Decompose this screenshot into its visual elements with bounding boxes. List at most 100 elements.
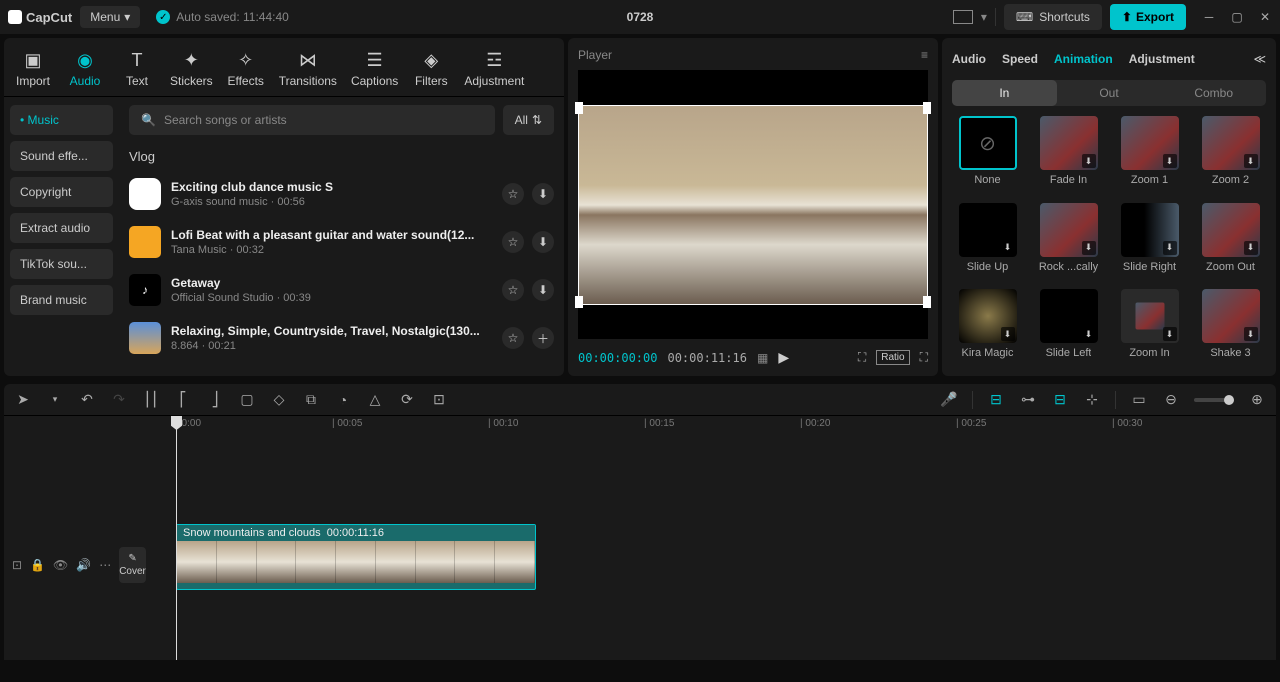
search-input[interactable]: 🔍 Search songs or artists bbox=[129, 105, 495, 135]
anim-zoomout[interactable]: ⬇Zoom Out bbox=[1195, 203, 1266, 280]
redo-button[interactable]: ↷ bbox=[110, 391, 128, 409]
tab-effects[interactable]: ✧Effects bbox=[221, 46, 271, 92]
resize-handle[interactable] bbox=[575, 296, 583, 308]
mirror-tool[interactable]: △ bbox=[366, 391, 384, 409]
tab-transitions[interactable]: ⋈Transitions bbox=[273, 46, 343, 92]
download-button[interactable]: ⬇ bbox=[532, 231, 554, 253]
anim-fadein[interactable]: ⬇Fade In bbox=[1033, 116, 1104, 193]
snap-track-toggle[interactable]: ⊟ bbox=[1051, 391, 1069, 409]
duplicate-tool[interactable]: ⧉ bbox=[302, 391, 320, 409]
timeline-ruler[interactable]: 00:00 | 00:05 | 00:10 | 00:15 | 00:20 | … bbox=[132, 416, 1276, 436]
anim-rock[interactable]: ⬇Rock ...cally bbox=[1033, 203, 1104, 280]
anim-zoomin[interactable]: ⬇Zoom In bbox=[1114, 289, 1185, 366]
timeline-tracks[interactable]: 00:00 | 00:05 | 00:10 | 00:15 | 00:20 | … bbox=[132, 416, 1276, 660]
favorite-button[interactable]: ☆ bbox=[502, 279, 524, 301]
sidebar-item-music[interactable]: • Music bbox=[10, 105, 113, 135]
trim-right-tool[interactable]: ⎦ bbox=[206, 391, 224, 409]
audio-item[interactable]: ♪ Getaway Official Sound Studio · 00:39 … bbox=[129, 270, 554, 310]
play-button[interactable]: ▶ bbox=[778, 349, 789, 366]
export-button[interactable]: ⬆ Export bbox=[1110, 4, 1186, 30]
align-toggle[interactable]: ⊹ bbox=[1083, 391, 1101, 409]
all-filter-button[interactable]: All ⇅ bbox=[503, 105, 554, 135]
ratio-button[interactable]: Ratio bbox=[876, 350, 909, 365]
resize-handle[interactable] bbox=[923, 296, 931, 308]
sidebar-item-brand[interactable]: Brand music bbox=[10, 285, 113, 315]
sidebar-item-tiktok[interactable]: TikTok sou... bbox=[10, 249, 113, 279]
player-canvas[interactable] bbox=[578, 70, 928, 339]
anim-slideright[interactable]: ⬇Slide Right bbox=[1114, 203, 1185, 280]
delete-tool[interactable]: ▢ bbox=[238, 391, 256, 409]
sidebar-item-copyright[interactable]: Copyright bbox=[10, 177, 113, 207]
sub-tab-combo[interactable]: Combo bbox=[1161, 80, 1266, 106]
player-menu-icon[interactable]: ≡ bbox=[921, 48, 928, 62]
shortcuts-button[interactable]: ⌨ Shortcuts bbox=[1004, 4, 1102, 30]
preview-toggle[interactable]: ▭ bbox=[1130, 391, 1148, 409]
crop-icon[interactable]: ⛶ bbox=[858, 350, 866, 365]
tab-import[interactable]: ▣Import bbox=[8, 46, 58, 92]
sidebar-item-extract[interactable]: Extract audio bbox=[10, 213, 113, 243]
close-button[interactable]: ✕ bbox=[1258, 10, 1272, 24]
video-clip[interactable]: Snow mountains and clouds 00:00:11:16 bbox=[176, 524, 536, 590]
mute-icon[interactable]: 🔊 bbox=[76, 558, 91, 572]
right-tab-adjustment[interactable]: Adjustment bbox=[1129, 48, 1195, 70]
zoom-in-button[interactable]: ⊕ bbox=[1248, 391, 1266, 409]
tab-captions[interactable]: ☰Captions bbox=[345, 46, 404, 92]
audio-item[interactable]: Lofi Beat with a pleasant guitar and wat… bbox=[129, 222, 554, 262]
anim-slideleft[interactable]: ⬇Slide Left bbox=[1033, 289, 1104, 366]
expand-icon[interactable]: ⊡ bbox=[12, 558, 22, 572]
anim-slideup[interactable]: ⬇Slide Up bbox=[952, 203, 1023, 280]
download-button[interactable]: ⬇ bbox=[532, 183, 554, 205]
right-tab-speed[interactable]: Speed bbox=[1002, 48, 1038, 70]
minimize-button[interactable]: ─ bbox=[1202, 10, 1216, 24]
resize-handle[interactable] bbox=[923, 102, 931, 114]
link-toggle[interactable]: ⊶ bbox=[1019, 391, 1037, 409]
visibility-icon[interactable]: 👁 bbox=[53, 558, 68, 572]
zoom-out-button[interactable]: ⊖ bbox=[1162, 391, 1180, 409]
sub-tab-out[interactable]: Out bbox=[1057, 80, 1162, 106]
sidebar-item-soundeffects[interactable]: Sound effe... bbox=[10, 141, 113, 171]
audio-item[interactable]: Relaxing, Simple, Countryside, Travel, N… bbox=[129, 318, 554, 358]
favorite-button[interactable]: ☆ bbox=[502, 183, 524, 205]
fullscreen-icon[interactable]: ⛶ bbox=[920, 350, 928, 365]
snap-main-toggle[interactable]: ⊟ bbox=[987, 391, 1005, 409]
aspect-ratio-icon[interactable] bbox=[953, 10, 973, 24]
anim-shake3[interactable]: ⬇Shake 3 bbox=[1195, 289, 1266, 366]
anim-zoom2[interactable]: ⬇Zoom 2 bbox=[1195, 116, 1266, 193]
zoom-thumb[interactable] bbox=[1224, 395, 1234, 405]
collapse-icon[interactable]: ≪ bbox=[1253, 52, 1266, 66]
anim-kira[interactable]: ⬇Kira Magic bbox=[952, 289, 1023, 366]
tab-adjustment[interactable]: ☲Adjustment bbox=[458, 46, 530, 92]
more-icon[interactable]: ⋯ bbox=[99, 558, 111, 572]
anim-zoom1[interactable]: ⬇Zoom 1 bbox=[1114, 116, 1185, 193]
lock-icon[interactable]: 🔒 bbox=[30, 558, 45, 572]
marker-tool[interactable]: ◇ bbox=[270, 391, 288, 409]
anim-none[interactable]: ⊘None bbox=[952, 116, 1023, 193]
zoom-slider[interactable] bbox=[1194, 398, 1234, 402]
select-tool[interactable]: ➤ bbox=[14, 391, 32, 409]
resize-handle[interactable] bbox=[575, 102, 583, 114]
undo-button[interactable]: ↶ bbox=[78, 391, 96, 409]
mic-button[interactable]: 🎤 bbox=[940, 391, 958, 409]
tab-audio[interactable]: ◉Audio bbox=[60, 46, 110, 92]
speed-tool[interactable]: ◔ bbox=[334, 391, 352, 409]
playhead[interactable] bbox=[176, 416, 177, 660]
sub-tab-in[interactable]: In bbox=[952, 80, 1057, 106]
download-button[interactable]: ⬇ bbox=[532, 279, 554, 301]
audio-item[interactable]: Exciting club dance music S G-axis sound… bbox=[129, 174, 554, 214]
crop-tool[interactable]: ⊡ bbox=[430, 391, 448, 409]
tab-text[interactable]: TText bbox=[112, 46, 162, 92]
add-button[interactable]: ＋ bbox=[532, 327, 554, 349]
menu-button[interactable]: Menu ▾ bbox=[80, 6, 140, 28]
tab-filters[interactable]: ◈Filters bbox=[406, 46, 456, 92]
grid-icon[interactable]: ▦ bbox=[757, 351, 768, 365]
trim-left-tool[interactable]: ⎡ bbox=[174, 391, 192, 409]
rotate-tool[interactable]: ⟳ bbox=[398, 391, 416, 409]
right-tab-audio[interactable]: Audio bbox=[952, 48, 986, 70]
horizontal-scrollbar[interactable] bbox=[4, 660, 1276, 670]
maximize-button[interactable]: ▢ bbox=[1230, 10, 1244, 24]
split-tool[interactable]: ⎮⎮ bbox=[142, 391, 160, 409]
favorite-button[interactable]: ☆ bbox=[502, 231, 524, 253]
select-dropdown[interactable]: ▾ bbox=[46, 391, 64, 409]
tab-stickers[interactable]: ✦Stickers bbox=[164, 46, 219, 92]
favorite-button[interactable]: ☆ bbox=[502, 327, 524, 349]
